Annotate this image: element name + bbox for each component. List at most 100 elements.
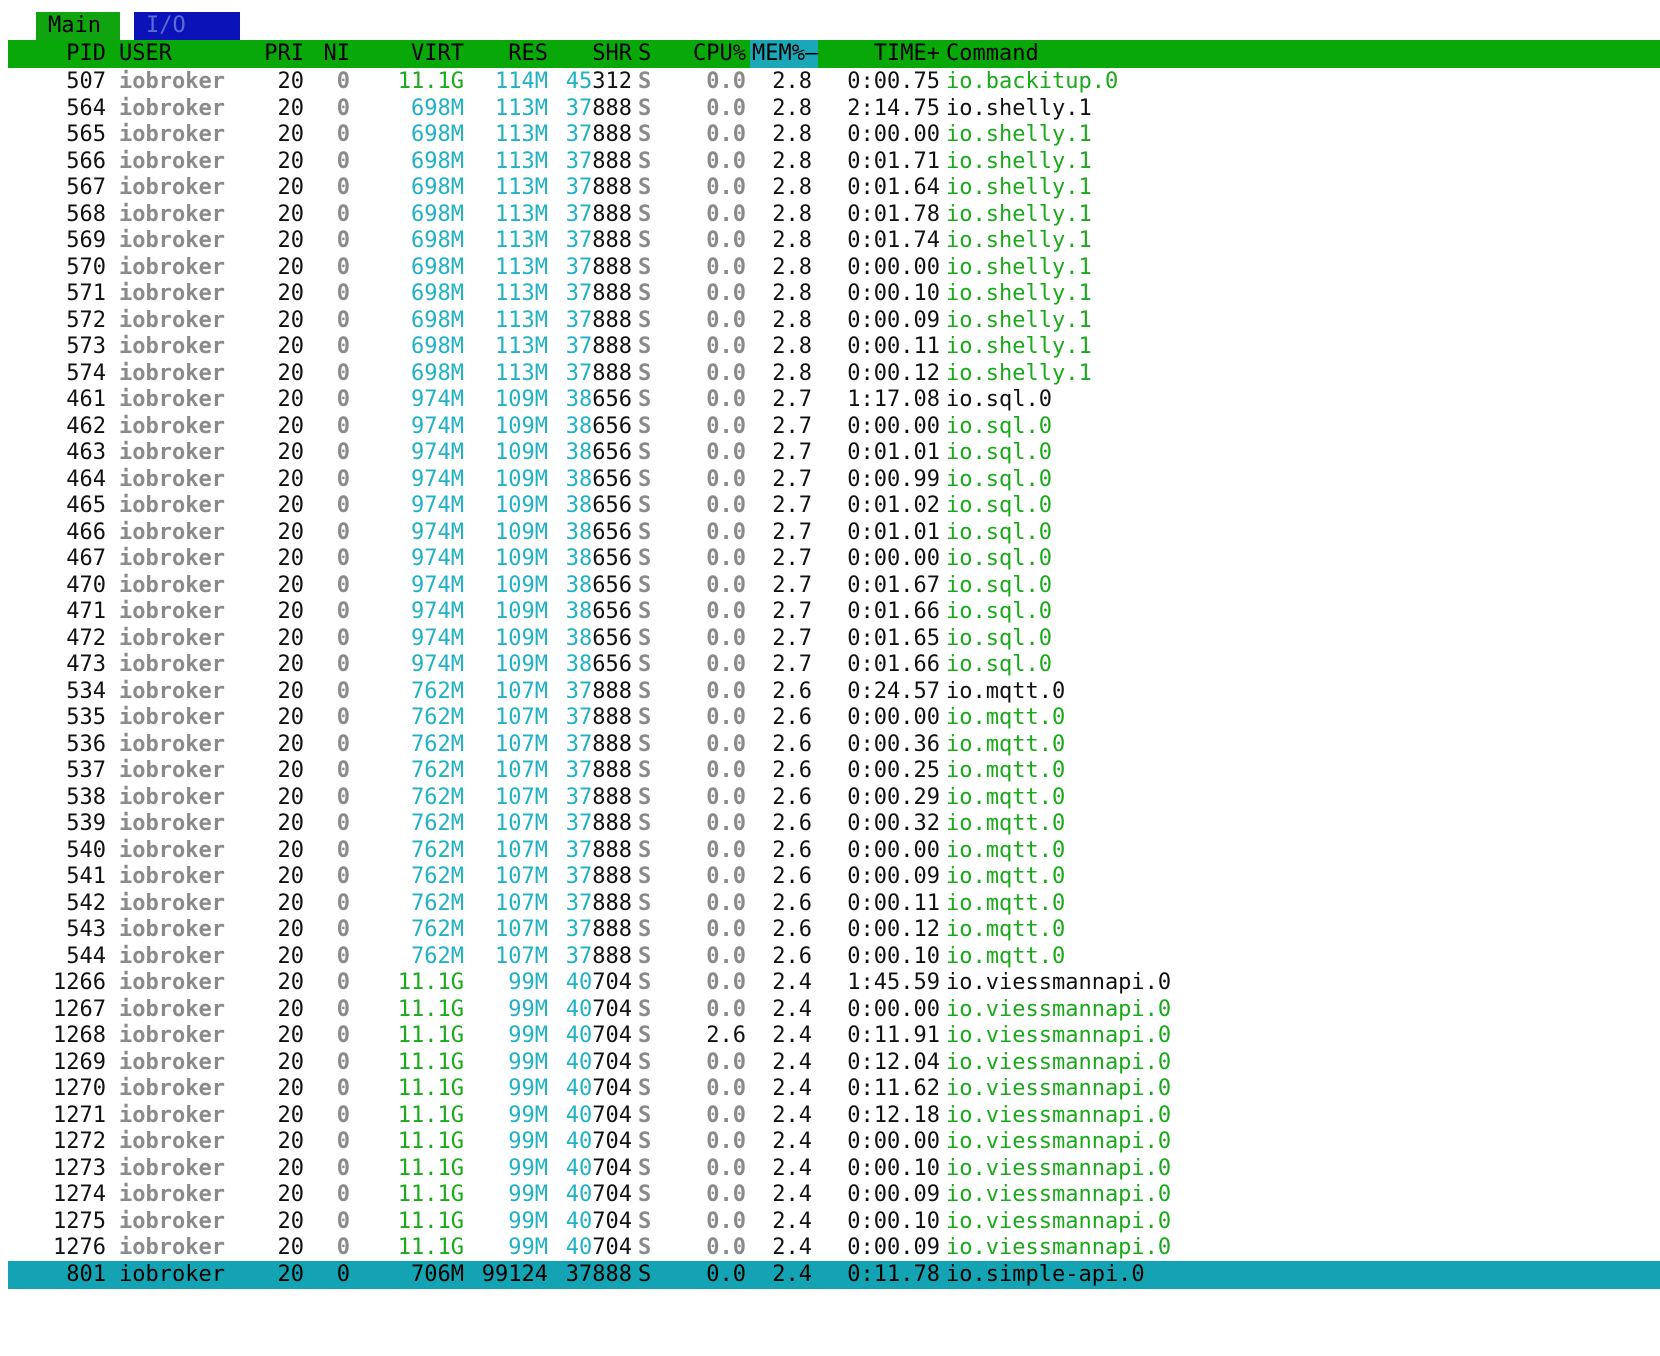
process-row[interactable]: 470 iobroker 20 0 974M 109M 38656 S 0.0 2.7 0:01.6… xyxy=(8,572,1660,600)
cell-res: 107M xyxy=(495,811,548,836)
cell-virt: 11.1G xyxy=(397,1129,464,1154)
process-row[interactable]: 1268 iobroker 20 0 11.1G 99M 40704 S 2.6 2.4 0:11.… xyxy=(8,1022,1660,1050)
cell-shr: 38656 xyxy=(565,413,632,439)
process-row[interactable]: 1273 iobroker 20 0 11.1G 99M 40704 S 0.0 2.4 0:00.… xyxy=(8,1155,1660,1183)
process-row[interactable]: 1275 iobroker 20 0 11.1G 99M 40704 S 0.0 2.4 0:00.… xyxy=(8,1208,1660,1236)
process-row[interactable]: 536 iobroker 20 0 762M 107M 37888 S 0.0 2.6 0:00.3… xyxy=(8,731,1660,759)
process-row[interactable]: 463 iobroker 20 0 974M 109M 38656 S 0.0 2.7 0:01.0… xyxy=(8,439,1660,467)
process-row[interactable]: 467 iobroker 20 0 974M 109M 38656 S 0.0 2.7 0:00.0… xyxy=(8,545,1660,573)
process-row[interactable]: 540 iobroker 20 0 762M 107M 37888 S 0.0 2.6 0:00.0… xyxy=(8,837,1660,865)
cell-command: io.mqtt.0 xyxy=(946,811,1066,836)
process-row[interactable]: 569 iobroker 20 0 698M 113M 37888 S 0.0 2.8 0:01.7… xyxy=(8,227,1660,255)
process-row[interactable]: 1274 iobroker 20 0 11.1G 99M 40704 S 0.0 2.4 0:00.… xyxy=(8,1181,1660,1209)
cell-pri: 20 xyxy=(277,705,305,730)
process-row[interactable]: 541 iobroker 20 0 762M 107M 37888 S 0.0 2.6 0:00.0… xyxy=(8,863,1660,891)
process-row[interactable]: 462 iobroker 20 0 974M 109M 38656 S 0.0 2.7 0:00.0… xyxy=(8,413,1660,441)
cell-cpu: 0.0 xyxy=(706,1129,746,1154)
process-row[interactable]: 461 iobroker 20 0 974M 109M 38656 S 0.0 2.7 1:17.0… xyxy=(8,386,1660,414)
cell-time: 0:01.66 xyxy=(847,652,940,677)
column-header-virt[interactable]: VIRT xyxy=(360,40,464,68)
cell-command: io.shelly.1 xyxy=(946,360,1092,386)
process-row[interactable]: 1271 iobroker 20 0 11.1G 99M 40704 S 0.0 2.4 0:12.… xyxy=(8,1102,1660,1130)
cell-state: S xyxy=(638,864,652,889)
process-row[interactable]: 565 iobroker 20 0 698M 113M 37888 S 0.0 2.8 0:00.0… xyxy=(8,121,1660,149)
process-row[interactable]: 571 iobroker 20 0 698M 113M 37888 S 0.0 2.8 0:00.1… xyxy=(8,280,1660,308)
process-row[interactable]: 1267 iobroker 20 0 11.1G 99M 40704 S 0.0 2.4 0:00.… xyxy=(8,996,1660,1024)
process-row[interactable]: 534 iobroker 20 0 762M 107M 37888 S 0.0 2.6 0:24.5… xyxy=(8,678,1660,706)
column-header-ni[interactable]: NI xyxy=(320,40,351,68)
process-row-selected[interactable]: 801 iobroker 20 0 706M 99124 37888 S 0.0 2.4 0:11.… xyxy=(8,1260,1660,1289)
process-row[interactable]: 543 iobroker 20 0 762M 107M 37888 S 0.0 2.6 0:00.1… xyxy=(8,916,1660,944)
process-row[interactable]: 535 iobroker 20 0 762M 107M 37888 S 0.0 2.6 0:00.0… xyxy=(8,704,1660,732)
cell-shr: 40704 xyxy=(565,1023,632,1048)
cell-cpu: 0.0 xyxy=(706,440,746,465)
process-row[interactable]: 567 iobroker 20 0 698M 113M 37888 S 0.0 2.8 0:01.6… xyxy=(8,174,1660,202)
process-row[interactable]: 539 iobroker 20 0 762M 107M 37888 S 0.0 2.6 0:00.3… xyxy=(8,810,1660,838)
column-header-cpu[interactable]: CPU% xyxy=(656,40,746,68)
cell-state: S xyxy=(638,652,652,677)
cell-command: io.mqtt.0 xyxy=(946,678,1066,704)
process-row[interactable]: 568 iobroker 20 0 698M 113M 37888 S 0.0 2.8 0:01.7… xyxy=(8,201,1660,229)
process-row[interactable]: 1266 iobroker 20 0 11.1G 99M 40704 S 0.0 2.4 1:45.… xyxy=(8,969,1660,997)
cell-pid: 1267 xyxy=(53,996,106,1022)
process-row[interactable]: 570 iobroker 20 0 698M 113M 37888 S 0.0 2.8 0:00.0… xyxy=(8,254,1660,282)
process-row[interactable]: 1269 iobroker 20 0 11.1G 99M 40704 S 0.0 2.4 0:12.… xyxy=(8,1049,1660,1077)
cell-pri: 20 xyxy=(277,440,305,465)
process-row[interactable]: 572 iobroker 20 0 698M 113M 37888 S 0.0 2.8 0:00.0… xyxy=(8,307,1660,335)
cell-user: iobroker xyxy=(119,254,225,280)
process-row[interactable]: 507 iobroker 20 0 11.1G 114M 45312 S 0.0 2.8 0:00.… xyxy=(8,68,1660,96)
process-row[interactable]: 544 iobroker 20 0 762M 107M 37888 S 0.0 2.6 0:00.1… xyxy=(8,943,1660,971)
column-header-time[interactable]: TIME+ xyxy=(832,40,940,68)
process-row[interactable]: 574 iobroker 20 0 698M 113M 37888 S 0.0 2.8 0:00.1… xyxy=(8,360,1660,388)
cell-state: S xyxy=(638,1155,652,1181)
cell-ni: 0 xyxy=(336,758,350,783)
cell-command: io.viessmannapi.0 xyxy=(946,1076,1172,1101)
cell-state: S xyxy=(638,413,652,439)
cell-ni: 0 xyxy=(336,69,350,94)
column-header-state[interactable]: S xyxy=(638,40,658,68)
cell-pri: 20 xyxy=(277,175,305,200)
process-row[interactable]: 1276 iobroker 20 0 11.1G 99M 40704 S 0.0 2.4 0:00.… xyxy=(8,1234,1660,1262)
process-row[interactable]: 537 iobroker 20 0 762M 107M 37888 S 0.0 2.6 0:00.2… xyxy=(8,757,1660,785)
process-row[interactable]: 564 iobroker 20 0 698M 113M 37888 S 0.0 2.8 2:14.7… xyxy=(8,95,1660,123)
column-header-command[interactable]: Command xyxy=(946,40,1039,68)
process-row[interactable]: 566 iobroker 20 0 698M 113M 37888 S 0.0 2.8 0:01.7… xyxy=(8,148,1660,176)
process-row[interactable]: 542 iobroker 20 0 762M 107M 37888 S 0.0 2.6 0:00.1… xyxy=(8,890,1660,918)
process-row[interactable]: 1272 iobroker 20 0 11.1G 99M 40704 S 0.0 2.4 0:00.… xyxy=(8,1128,1660,1156)
cell-ni: 0 xyxy=(336,122,350,147)
cell-time: 0:00.32 xyxy=(847,811,940,836)
process-row[interactable]: 472 iobroker 20 0 974M 109M 38656 S 0.0 2.7 0:01.6… xyxy=(8,625,1660,653)
cell-cpu: 0.0 xyxy=(706,864,746,889)
cell-ni: 0 xyxy=(336,864,350,889)
column-header-pri[interactable]: PRI xyxy=(244,40,304,68)
cell-mem: 2.4 xyxy=(772,1182,812,1207)
cell-pid: 1276 xyxy=(53,1235,106,1260)
cell-shr: 38656 xyxy=(565,440,632,465)
process-row[interactable]: 466 iobroker 20 0 974M 109M 38656 S 0.0 2.7 0:01.0… xyxy=(8,519,1660,547)
cell-ni: 0 xyxy=(336,1102,350,1128)
cell-virt: 698M xyxy=(411,334,464,359)
cell-mem: 2.6 xyxy=(772,811,812,836)
process-row[interactable]: 1270 iobroker 20 0 11.1G 99M 40704 S 0.0 2.4 0:11.… xyxy=(8,1075,1660,1103)
cell-virt: 698M xyxy=(411,148,464,174)
column-header-mem-sorted[interactable]: MEM%– xyxy=(750,40,818,68)
process-row[interactable]: 573 iobroker 20 0 698M 113M 37888 S 0.0 2.8 0:00.1… xyxy=(8,333,1660,361)
tab-main[interactable]: Main xyxy=(36,12,120,40)
process-row[interactable]: 465 iobroker 20 0 974M 109M 38656 S 0.0 2.7 0:01.0… xyxy=(8,492,1660,520)
process-row[interactable]: 471 iobroker 20 0 974M 109M 38656 S 0.0 2.7 0:01.6… xyxy=(8,598,1660,626)
cell-user: iobroker xyxy=(119,784,225,810)
column-header-user[interactable]: USER xyxy=(119,40,172,68)
column-header-pid[interactable]: PID xyxy=(8,40,106,68)
column-header-res[interactable]: RES xyxy=(474,40,548,68)
column-header-shr[interactable]: SHR xyxy=(556,40,632,68)
cell-pri: 20 xyxy=(277,201,305,227)
cell-pid: 567 xyxy=(66,175,106,200)
cell-ni: 0 xyxy=(336,1049,350,1075)
tab-io[interactable]: I/O xyxy=(134,12,240,40)
cell-mem: 2.6 xyxy=(772,864,812,889)
process-row[interactable]: 538 iobroker 20 0 762M 107M 37888 S 0.0 2.6 0:00.2… xyxy=(8,784,1660,812)
process-row[interactable]: 464 iobroker 20 0 974M 109M 38656 S 0.0 2.7 0:00.9… xyxy=(8,466,1660,494)
process-row[interactable]: 473 iobroker 20 0 974M 109M 38656 S 0.0 2.7 0:01.6… xyxy=(8,651,1660,679)
cell-pid: 462 xyxy=(66,413,106,439)
cell-mem: 2.4 xyxy=(772,996,812,1022)
